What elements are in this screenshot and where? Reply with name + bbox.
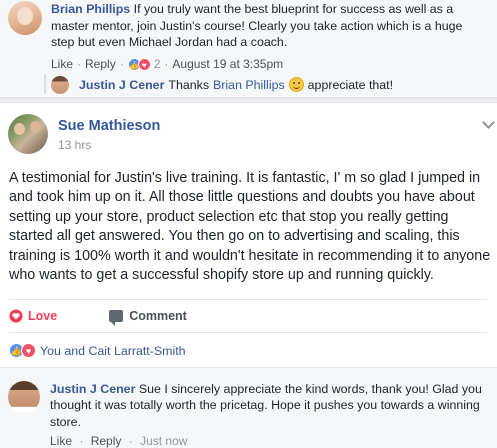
comment-label: Comment <box>129 309 187 323</box>
like-link[interactable]: Like <box>50 434 72 448</box>
reactions-summary[interactable]: 👍 ♥ You and Cait Larratt-Smith <box>9 343 186 358</box>
comment-timestamp[interactable]: Just now <box>140 434 187 448</box>
post-timestamp[interactable]: 13 hrs <box>58 138 91 152</box>
top-comment-thread: Brian Phillips If you truly want the bes… <box>0 0 497 98</box>
reaction-count[interactable]: 2 <box>154 57 161 71</box>
chevron-down-icon[interactable] <box>482 116 495 129</box>
post-author[interactable]: Sue Mathieson <box>58 118 160 134</box>
heart-icon: ♥ <box>21 343 36 358</box>
avatar[interactable] <box>8 114 48 154</box>
comment-meta: Like · Reply · Just now <box>50 434 187 448</box>
reaction-icons[interactable]: 👍 ♥ <box>127 57 151 71</box>
reply-author[interactable]: Justin J Cener <box>79 78 164 92</box>
avatar[interactable] <box>8 1 42 35</box>
like-link[interactable]: Like <box>51 57 73 71</box>
separator: · <box>164 57 169 71</box>
post-action-bar: Love Comment <box>9 299 487 333</box>
avatar[interactable] <box>51 76 69 94</box>
reply-text: appreciate that! <box>307 77 394 92</box>
love-button[interactable]: Love <box>9 309 57 323</box>
avatar[interactable] <box>8 381 40 413</box>
reply-text: Thanks <box>168 77 210 92</box>
comment-timestamp[interactable]: August 19 at 3:35pm <box>172 57 283 71</box>
reply-link[interactable]: Reply <box>91 434 122 448</box>
comments-section: Justin J Cener Sue I sincerely appreciat… <box>0 367 497 448</box>
comment-body: Brian Phillips If you truly want the bes… <box>51 1 471 51</box>
mention-link[interactable]: Brian Phillips <box>213 78 285 92</box>
heart-icon <box>9 309 23 323</box>
comment-meta: Like · Reply · 👍 ♥ 2 · August 19 at 3:35… <box>51 57 283 71</box>
separator: · <box>79 434 84 448</box>
separator: · <box>119 57 124 71</box>
separator: · <box>128 434 133 448</box>
smiley-emoji-icon <box>288 77 304 92</box>
comment-author[interactable]: Justin J Cener <box>50 382 135 396</box>
comment-bubble-icon <box>109 310 124 326</box>
comment-author[interactable]: Brian Phillips <box>51 2 130 16</box>
comment-button[interactable]: Comment <box>109 309 187 326</box>
love-label: Love <box>28 309 58 323</box>
post-card: Sue Mathieson 13 hrs A testimonial for J… <box>0 103 497 448</box>
reactions-text[interactable]: You and Cait Larratt-Smith <box>40 344 186 358</box>
reply-link[interactable]: Reply <box>85 57 116 71</box>
reply-thread-line <box>44 74 46 94</box>
post-text: A testimonial for Justin's live training… <box>9 170 491 284</box>
separator: · <box>77 57 82 71</box>
reply-body: Justin J Cener Thanks Brian Phillips app… <box>79 77 393 92</box>
heart-icon: ♥ <box>137 57 151 71</box>
comment-body: Justin J Cener Sue I sincerely appreciat… <box>50 381 490 430</box>
